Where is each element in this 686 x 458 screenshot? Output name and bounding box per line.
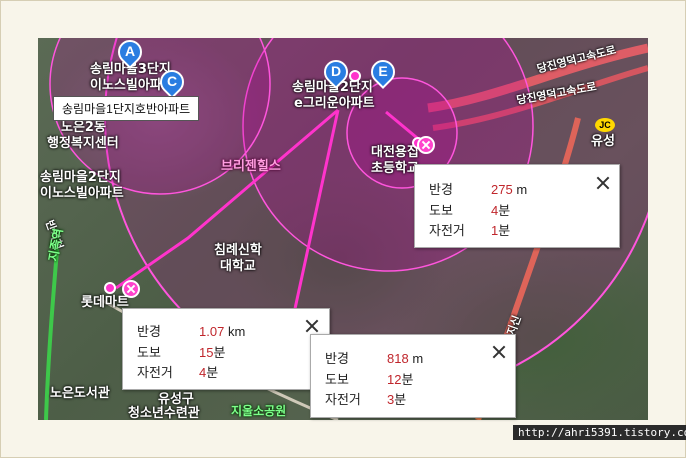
walk-row: 도보 12분 [325,369,413,388]
label-inosville2: 이노스빌아파트 [40,186,124,201]
marker-a[interactable]: A [113,38,147,74]
walk-value: 15 [199,345,214,360]
marker-letter: C [166,73,178,89]
label-daejeon-school-2: 초등학교 [371,161,419,176]
label-library: 노은도서관 [50,386,110,401]
bike-unit: 분 [498,223,511,238]
route-end-marker-1[interactable] [122,280,140,298]
walk-unit: 분 [213,345,226,360]
radius-row: 반경 818 m [325,348,423,367]
marker-letter: E [378,63,388,79]
label-daejeon-school-1: 대전용집 [371,145,419,160]
place-tooltip[interactable]: 송림마을1단지호반아파트 [53,96,200,121]
radius-value: 275 [491,182,513,197]
route-end-marker-2[interactable] [417,136,435,154]
label-songrim2: 송림마을2단지 [40,170,121,185]
radius-label: 반경 [137,324,161,339]
marker-d[interactable]: D [319,55,353,94]
bike-unit: 분 [394,392,407,407]
bike-row: 자전거 4분 [137,362,218,381]
bike-label: 자전거 [325,392,361,407]
radius-value: 1.07 [199,324,225,339]
label-yuseong-jc: 유성 [591,134,615,149]
close-icon[interactable] [305,319,319,333]
label-brighthills: 브리젠힐스 [221,159,281,174]
label-egreen: e그리운아파트 [294,96,375,111]
walk-unit: 분 [498,203,511,218]
radius-label: 반경 [429,182,453,197]
marker-letter: A [124,43,136,59]
distance-info-box-2: 반경 1.07 km 도보 15분 자전거 4분 [122,308,330,390]
label-yuseong-gu: 유성구 [158,392,194,407]
walk-unit: 분 [401,372,414,387]
bike-row: 자전거 1분 [429,220,510,239]
radius-unit: m [516,182,528,197]
radius-unit: m [412,351,424,366]
walk-label: 도보 [429,203,453,218]
watermark: http://ahri5391.tistory.com [513,425,686,440]
walk-row: 도보 4분 [429,200,510,219]
label-youth-center: 청소년수련관 [128,406,200,420]
label-chimrye-1: 침례신학 [214,243,262,258]
marker-letter: D [330,63,342,79]
close-icon[interactable] [492,345,506,359]
distance-info-box-3: 반경 818 m 도보 12분 자전거 3분 [310,334,516,418]
label-chimrye-2: 대학교 [220,259,256,274]
bike-unit: 분 [206,365,219,380]
bike-row: 자전거 3분 [325,389,406,408]
walk-label: 도보 [325,372,349,387]
radius-row: 반경 275 m [429,179,527,198]
radius-unit: km [227,324,246,339]
label-jiul-park: 지울소공원 [231,404,287,418]
label-noeun2: 노은2동 [61,120,106,135]
walk-row: 도보 15분 [137,342,225,361]
bike-label: 자전거 [429,223,465,238]
marker-e[interactable]: E [366,55,400,94]
distance-info-box-1: 반경 275 m 도보 4분 자전거 1분 [414,164,620,248]
bike-label: 자전거 [137,365,173,380]
walk-value: 12 [387,372,402,387]
jc-badge: JC [595,118,615,132]
route-start-dot [104,282,116,294]
route-point-dot [349,70,361,82]
walk-label: 도보 [137,345,161,360]
label-noeun2-office: 행정복지센터 [47,136,119,151]
close-icon[interactable] [596,176,610,190]
radius-label: 반경 [325,351,349,366]
radius-row: 반경 1.07 km [137,321,245,340]
radius-value: 818 [387,351,409,366]
